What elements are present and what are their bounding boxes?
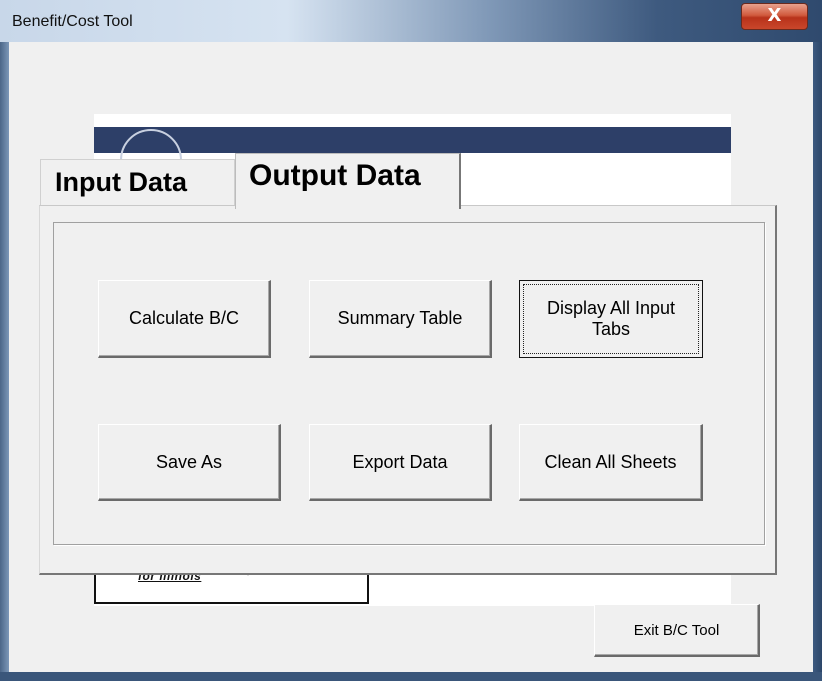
window-frame-left [0,42,9,681]
banner-band [94,127,731,153]
tab-input-data[interactable]: Input Data [40,159,235,207]
tab-input-data-label: Input Data [55,167,187,197]
display-all-input-tabs-label: Display All Input Tabs [546,298,676,339]
clean-all-sheets-label: Clean All Sheets [544,451,677,472]
exit-bc-tool-label: Exit B/C Tool [633,621,720,639]
tab-output-data[interactable]: Output Data [235,153,461,209]
export-data-label: Export Data [352,451,448,472]
export-data-button[interactable]: Export Data [309,424,492,501]
window-frame-right [813,42,822,681]
calculate-bc-label: Calculate B/C [128,308,240,328]
window-frame-bottom [0,672,822,681]
display-all-input-tabs-button[interactable]: Display All Input Tabs [519,280,703,358]
save-as-button[interactable]: Save As [98,424,281,501]
dialog-client-area: for illinois ↗ Input Data Output Data Ca… [9,42,813,672]
summary-table-label: Summary Table [337,308,463,328]
title-bar[interactable]: Benefit/Cost Tool X [0,0,822,42]
benefit-cost-tool-window: Benefit/Cost Tool X for illinois ↗ Input… [0,0,822,681]
close-icon: X [767,5,782,26]
calculate-bc-button[interactable]: Calculate B/C [98,280,271,358]
window-title: Benefit/Cost Tool [12,13,133,30]
summary-table-button[interactable]: Summary Table [309,280,492,358]
tab-output-data-label: Output Data [249,159,421,192]
clean-all-sheets-button[interactable]: Clean All Sheets [519,424,703,501]
save-as-label: Save As [155,451,223,472]
button-group-frame: Calculate B/C Summary Table Display All … [53,222,765,545]
exit-bc-tool-button[interactable]: Exit B/C Tool [594,604,760,657]
close-button[interactable]: X [741,3,808,30]
output-data-panel: Calculate B/C Summary Table Display All … [39,205,777,575]
